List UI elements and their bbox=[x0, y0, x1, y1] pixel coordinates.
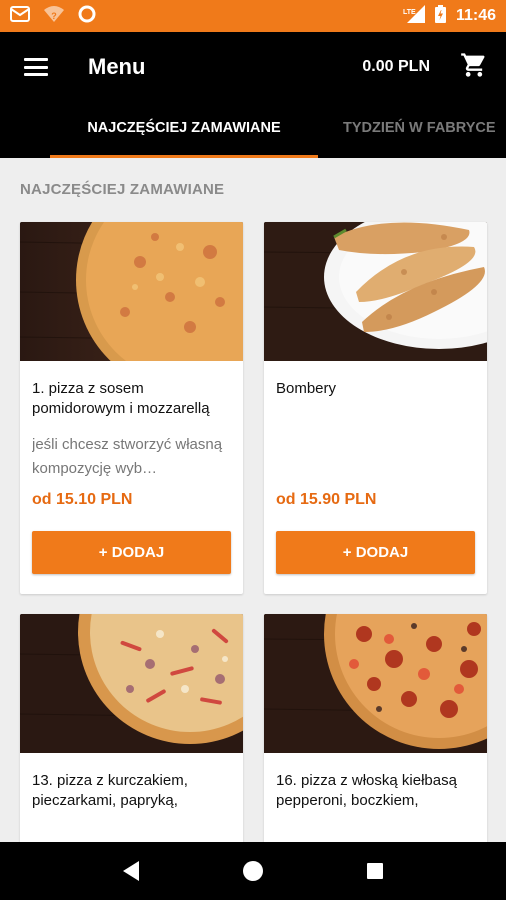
product-price: od 15.10 PLN bbox=[32, 491, 133, 508]
product-title: 1. pizza z sosem pomidorowym i mozzarell… bbox=[32, 380, 210, 417]
product-card[interactable]: 1. pizza z sosem pomidorowym i mozzarell… bbox=[20, 222, 243, 594]
product-description bbox=[276, 433, 475, 481]
home-icon[interactable] bbox=[233, 851, 273, 891]
product-card[interactable]: 16. pizza z włoską kiełbasą pepperoni, b… bbox=[264, 614, 487, 854]
product-image bbox=[20, 222, 243, 361]
product-price: od 15.90 PLN bbox=[276, 491, 377, 508]
system-nav-bar bbox=[0, 842, 506, 900]
gmail-icon bbox=[10, 5, 30, 27]
product-image bbox=[264, 614, 487, 753]
status-bar: ? LTE 11:46 bbox=[0, 0, 506, 32]
back-icon[interactable] bbox=[111, 851, 151, 891]
hamburger-icon[interactable] bbox=[24, 58, 48, 76]
clock: 11:46 bbox=[455, 7, 496, 24]
tab-most-ordered[interactable]: NAJCZĘŚCIEJ ZAMAWIANE bbox=[50, 102, 318, 158]
add-button[interactable]: + DODAJ bbox=[32, 531, 231, 574]
svg-text:?: ? bbox=[51, 11, 57, 21]
tab-week-in-factory[interactable]: TYDZIEŃ W FABRYCE bbox=[343, 102, 496, 158]
battery-icon bbox=[434, 4, 446, 28]
tab-indicator bbox=[50, 155, 318, 158]
product-description: jeśli chcesz stworzyć własną kompozycję … bbox=[32, 436, 223, 477]
app-bar: Menu 0.00 PLN bbox=[0, 32, 506, 102]
product-title: 13. pizza z kurczakiem, pieczarkami, pap… bbox=[32, 772, 188, 809]
product-title: Bombery bbox=[276, 380, 337, 397]
product-image bbox=[264, 222, 487, 361]
cart-icon[interactable] bbox=[460, 51, 488, 84]
product-title: 16. pizza z włoską kiełbasą pepperoni, b… bbox=[276, 772, 457, 809]
svg-text:LTE: LTE bbox=[403, 9, 416, 16]
page-title: Menu bbox=[88, 54, 146, 79]
tab-bar: NAJCZĘŚCIEJ ZAMAWIANE TYDZIEŃ W FABRYCE bbox=[0, 102, 506, 158]
cart-total: 0.00 PLN bbox=[362, 58, 430, 75]
recents-icon[interactable] bbox=[355, 851, 395, 891]
wifi-question-icon: ? bbox=[44, 5, 64, 28]
product-image bbox=[20, 614, 243, 753]
product-card[interactable]: Bombery od 15.90 PLN + DODAJ bbox=[264, 222, 487, 594]
circle-app-icon bbox=[78, 5, 96, 28]
product-card[interactable]: 13. pizza z kurczakiem, pieczarkami, pap… bbox=[20, 614, 243, 854]
section-title: NAJCZĘŚCIEJ ZAMAWIANE bbox=[20, 181, 225, 198]
lte-icon: LTE bbox=[403, 4, 425, 28]
add-button[interactable]: + DODAJ bbox=[276, 531, 475, 574]
